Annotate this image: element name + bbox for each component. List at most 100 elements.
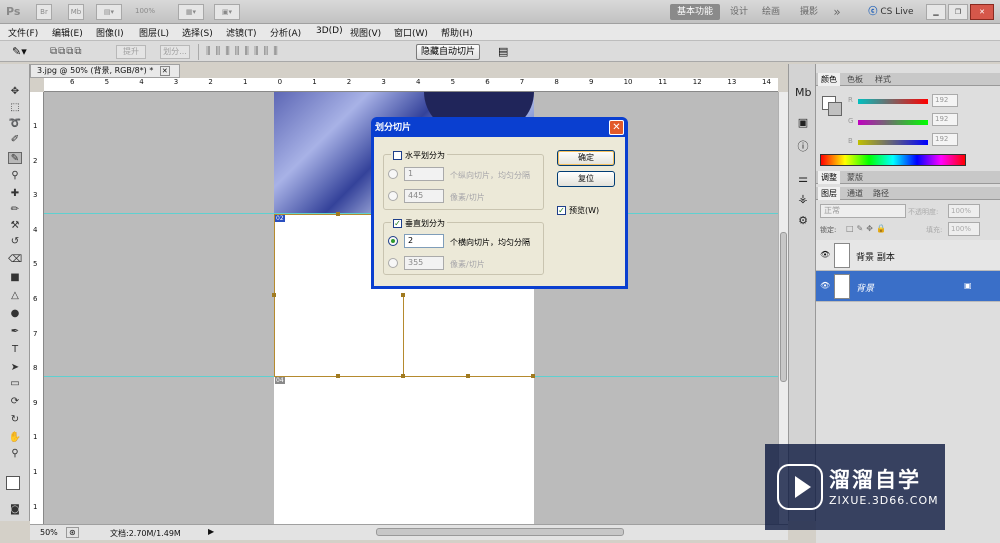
gradient-tool-icon[interactable]: ■ <box>8 272 22 284</box>
restore-button[interactable]: ❐ <box>948 4 968 20</box>
brush-tool-icon[interactable]: ✏ <box>8 204 22 216</box>
dialog-close-button[interactable]: ✕ <box>609 120 624 135</box>
divide-button[interactable]: 划分... <box>160 45 190 59</box>
cs-live-button[interactable]: ⓒ CS Live <box>862 4 920 20</box>
slice-handle[interactable] <box>336 374 340 378</box>
3d-orbit-tool-icon[interactable]: ↻ <box>8 414 22 426</box>
vertical-scroll-thumb[interactable] <box>780 232 787 382</box>
clone-stamp-tool-icon[interactable]: ⚒ <box>8 220 22 232</box>
ok-button[interactable]: 确定 <box>557 150 615 166</box>
quick-selection-tool-icon[interactable]: ✐ <box>8 134 22 146</box>
slice-stacking-icons[interactable]: ⧉⧉⧉⧉ <box>50 45 110 59</box>
workspace-painting[interactable]: 绘画 <box>758 4 784 20</box>
close-window-button[interactable]: ✕ <box>970 4 994 20</box>
menu-3d[interactable]: 3D(D) <box>316 26 343 36</box>
menu-view[interactable]: 视图(V) <box>350 26 381 39</box>
tab-color[interactable]: 颜色 <box>818 73 840 86</box>
zoom-level[interactable]: 100% <box>130 4 160 20</box>
background-swatch[interactable] <box>828 102 842 116</box>
minimize-button[interactable]: ▁ <box>926 4 946 20</box>
more-workspaces-icon[interactable]: » <box>830 4 844 20</box>
tab-paths[interactable]: 路径 <box>870 187 892 200</box>
eraser-tool-icon[interactable]: ⌫ <box>8 254 22 266</box>
dodge-tool-icon[interactable]: ● <box>8 308 22 320</box>
workspace-photography[interactable]: 摄影 <box>796 4 822 20</box>
menu-analysis[interactable]: 分析(A) <box>270 26 301 39</box>
hand-tool-icon[interactable]: ✋ <box>8 432 22 444</box>
red-slider[interactable] <box>858 99 928 104</box>
vertical-count-radio[interactable] <box>388 236 398 246</box>
horizontal-count-input[interactable]: 1 <box>404 167 444 181</box>
workspace-design[interactable]: 设计 <box>726 4 752 20</box>
menu-filter[interactable]: 滤镜(T) <box>226 26 257 39</box>
vertical-pixels-input[interactable]: 355 <box>404 256 444 270</box>
tab-swatches[interactable]: 色板 <box>844 73 866 86</box>
screen-mode-icon[interactable]: ▣▾ <box>214 4 240 20</box>
slice-handle[interactable] <box>272 293 276 297</box>
document-tab[interactable]: 3.jpg @ 50% (背景, RGB/8*) * ✕ <box>30 64 180 78</box>
shape-tool-icon[interactable]: ▭ <box>8 378 22 390</box>
zoom-tool-icon[interactable]: ⚲ <box>8 448 22 460</box>
eyedropper-tool-icon[interactable]: ⚲ <box>8 170 22 182</box>
menu-edit[interactable]: 编辑(E) <box>52 26 83 39</box>
horizontal-scroll-thumb[interactable] <box>376 528 624 536</box>
blend-mode-select[interactable]: 正常 <box>820 204 906 218</box>
menu-select[interactable]: 选择(S) <box>182 26 213 39</box>
tab-masks[interactable]: 蒙版 <box>844 171 866 184</box>
healing-brush-tool-icon[interactable]: ✚ <box>8 188 22 200</box>
clone-source-icon[interactable]: ⚶ <box>795 192 811 206</box>
minibridge-panel-icon[interactable]: Mb <box>795 86 811 100</box>
move-tool-icon[interactable]: ✥ <box>8 86 22 98</box>
slice-tool-icon[interactable]: ✎ <box>8 152 22 164</box>
tab-layers[interactable]: 图层 <box>818 187 840 200</box>
view-extras-icon[interactable]: ▤▾ <box>96 4 122 20</box>
quick-mask-icon[interactable]: ◙ <box>8 504 22 516</box>
red-value[interactable]: 192 <box>932 94 958 107</box>
slice-select-tool-preset-icon[interactable]: ✎▾ <box>12 44 40 60</box>
menu-image[interactable]: 图像(I) <box>96 26 124 39</box>
status-zoom[interactable]: 50% <box>40 528 58 537</box>
slice-options-icon[interactable]: ▤ <box>498 45 512 59</box>
blur-tool-icon[interactable]: △ <box>8 290 22 302</box>
horizontal-divide-checkbox[interactable] <box>393 151 402 160</box>
slice-handle[interactable] <box>401 293 405 297</box>
lasso-tool-icon[interactable]: ➰ <box>8 118 22 130</box>
blue-value[interactable]: 192 <box>932 133 958 146</box>
vertical-pixels-radio[interactable] <box>388 258 398 268</box>
arrange-documents-icon[interactable]: ▦▾ <box>178 4 204 20</box>
promote-button[interactable]: 提升 <box>116 45 146 59</box>
green-slider[interactable] <box>858 120 928 125</box>
navigator-panel-icon[interactable]: ▣ <box>795 116 811 130</box>
preview-checkbox[interactable]: ✓ <box>557 206 566 215</box>
pen-tool-icon[interactable]: ✒ <box>8 326 22 338</box>
horizontal-count-radio[interactable] <box>388 169 398 179</box>
brush-presets-icon[interactable]: ⚌ <box>795 172 811 186</box>
hide-auto-slices-button[interactable]: 隐藏自动切片 <box>416 44 480 60</box>
green-value[interactable]: 192 <box>932 113 958 126</box>
slice-handle[interactable] <box>336 212 340 216</box>
menu-file[interactable]: 文件(F) <box>8 26 38 39</box>
layer-row[interactable]: 👁 背景 副本 <box>816 240 1000 271</box>
horizontal-pixels-radio[interactable] <box>388 191 398 201</box>
slice-handle[interactable] <box>466 374 470 378</box>
menu-window[interactable]: 窗口(W) <box>394 26 428 39</box>
type-tool-icon[interactable]: T <box>8 344 22 356</box>
status-arrow-icon[interactable]: ▶ <box>208 527 214 536</box>
path-selection-tool-icon[interactable]: ➤ <box>8 362 22 374</box>
menu-help[interactable]: 帮助(H) <box>441 26 473 39</box>
bridge-icon[interactable]: Br <box>36 4 52 20</box>
vertical-count-input[interactable]: 2 <box>404 234 444 248</box>
menu-layer[interactable]: 图层(L) <box>139 26 169 39</box>
fill-input[interactable]: 100% <box>948 222 980 236</box>
vertical-divide-checkbox[interactable]: ✓ <box>393 219 402 228</box>
reset-button[interactable]: 复位 <box>557 171 615 187</box>
lock-icons[interactable]: □✎✥🔒 <box>846 224 889 233</box>
tab-adjustments[interactable]: 调整 <box>818 171 840 184</box>
color-spectrum-bar[interactable] <box>820 154 966 166</box>
3d-rotate-tool-icon[interactable]: ⟳ <box>8 396 22 408</box>
blue-slider[interactable] <box>858 140 928 145</box>
visibility-eye-icon[interactable]: 👁 <box>820 281 830 291</box>
info-panel-icon[interactable]: ⓘ <box>795 140 811 154</box>
foreground-color-swatch[interactable] <box>6 476 20 490</box>
close-tab-icon[interactable]: ✕ <box>159 66 170 76</box>
